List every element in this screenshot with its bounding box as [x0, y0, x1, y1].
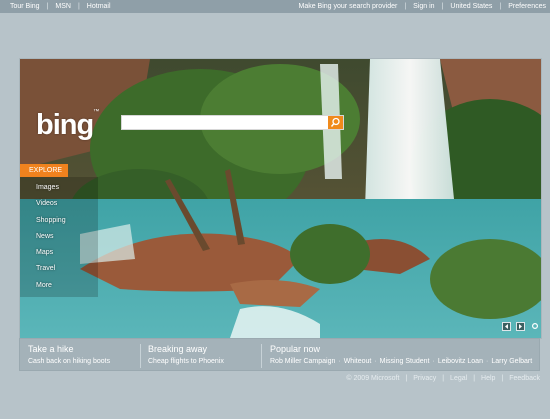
nav-news[interactable]: News [36, 233, 54, 240]
separator: | [499, 3, 502, 10]
separator: | [46, 3, 49, 10]
popular-item[interactable]: Leibovitz Loan [438, 358, 483, 365]
privacy-link[interactable]: Privacy [413, 375, 436, 382]
popular-item[interactable]: Whiteout [344, 358, 372, 365]
next-image-button[interactable] [516, 322, 525, 331]
promo-breaking-away: Breaking away Cheap flights to Phoenix [148, 339, 258, 372]
divider [140, 344, 141, 368]
make-default-link[interactable]: Make Bing your search provider [299, 0, 398, 13]
preferences-link[interactable]: Preferences [508, 0, 546, 13]
separator: | [442, 375, 445, 382]
separator: · [432, 358, 435, 365]
region-link[interactable]: United States [450, 0, 492, 13]
gear-icon [531, 322, 538, 330]
tour-bing-link[interactable]: Tour Bing [10, 0, 40, 13]
nav-travel[interactable]: Travel [36, 265, 55, 272]
sign-in-link[interactable]: Sign in [413, 0, 434, 13]
nav-maps[interactable]: Maps [36, 249, 53, 256]
top-links-left: Tour Bing | MSN | Hotmail [10, 0, 111, 13]
hotmail-link[interactable]: Hotmail [87, 0, 111, 13]
promo-panel: Take a hike Cash back on hiking boots Br… [19, 338, 540, 371]
nav-images[interactable]: Images [36, 184, 59, 191]
top-links-right: Make Bing your search provider | Sign in… [299, 0, 547, 13]
divider [261, 344, 262, 368]
top-bar: Tour Bing | MSN | Hotmail Make Bing your… [0, 0, 550, 13]
separator: | [473, 375, 476, 382]
msn-link[interactable]: MSN [55, 0, 71, 13]
logo-trademark: ™ [93, 109, 99, 115]
arrow-left-icon [505, 324, 508, 329]
search-button[interactable] [328, 116, 343, 129]
search-input[interactable] [122, 116, 327, 129]
waterfall-background [20, 59, 541, 338]
promo-link[interactable]: Cheap flights to Phoenix [148, 358, 224, 365]
separator: · [338, 358, 341, 365]
arrow-right-icon [519, 324, 522, 329]
promo-take-a-hike: Take a hike Cash back on hiking boots [28, 339, 138, 372]
promo-heading: Take a hike [28, 344, 74, 354]
hero-image: bing™ EXPLORE Images Videos Shopping New… [19, 58, 542, 339]
popular-list: Rob Miller Campaign · Whiteout · Missing… [270, 358, 532, 365]
footer: © 2009 Microsoft | Privacy | Legal | Hel… [346, 375, 540, 382]
popular-now: Popular now Rob Miller Campaign · Whiteo… [270, 339, 540, 372]
promo-link[interactable]: Cash back on hiking boots [28, 358, 110, 365]
image-info-button[interactable] [530, 322, 539, 331]
separator: | [404, 3, 407, 10]
search-box [121, 115, 344, 130]
separator: | [501, 375, 504, 382]
search-icon [330, 117, 340, 127]
copyright: © 2009 Microsoft [346, 375, 400, 382]
help-link[interactable]: Help [481, 375, 495, 382]
logo-text: bing [36, 109, 94, 141]
nav-videos[interactable]: Videos [36, 200, 57, 207]
separator: · [485, 358, 489, 365]
popular-item[interactable]: Missing Student [380, 358, 430, 365]
popular-item[interactable]: Larry Gelbart [491, 358, 532, 365]
separator: | [405, 375, 408, 382]
separator: · [374, 358, 377, 365]
previous-image-button[interactable] [502, 322, 511, 331]
separator: | [441, 3, 444, 10]
promo-heading: Breaking away [148, 344, 208, 354]
popular-item[interactable]: Rob Miller Campaign [270, 358, 335, 365]
nav-shopping[interactable]: Shopping [36, 217, 66, 224]
explore-label: EXPLORE [20, 164, 68, 177]
bing-logo: bing™ [36, 109, 99, 142]
feedback-link[interactable]: Feedback [509, 375, 540, 382]
nav-more[interactable]: More [36, 282, 52, 289]
separator: | [77, 3, 80, 10]
explore-nav: Images Videos Shopping News Maps Travel … [20, 177, 98, 297]
popular-heading: Popular now [270, 344, 321, 354]
legal-link[interactable]: Legal [450, 375, 467, 382]
